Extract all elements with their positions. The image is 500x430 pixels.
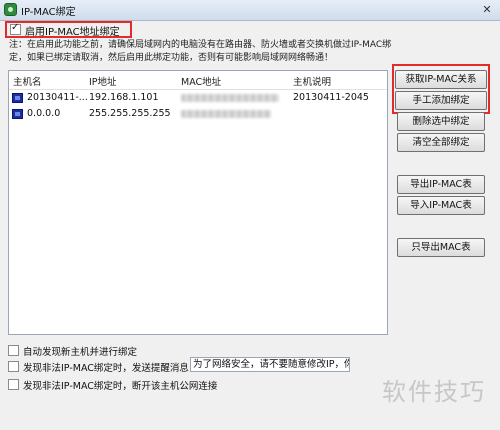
computer-icon [12, 93, 23, 103]
buttons-highlight-box [392, 64, 490, 114]
app-icon [4, 3, 17, 16]
ip-mac-binding-window: IP-MAC绑定 ✕ 启用IP-MAC地址绑定 注：在启用此功能之前，请确保局域… [0, 0, 500, 430]
send-message-label[interactable]: 发现非法IP-MAC绑定时，发送提醒消息 [23, 360, 189, 374]
disconnect-label[interactable]: 发现非法IP-MAC绑定时，断开该主机公网连接 [23, 378, 217, 392]
column-header-desc[interactable]: 主机说明 [293, 74, 331, 88]
export-table-button[interactable]: 导出IP-MAC表 [397, 175, 485, 194]
enable-binding-label[interactable]: 启用IP-MAC地址绑定 [25, 23, 120, 38]
binding-list[interactable]: 主机名 IP地址 MAC地址 主机说明 20130411-... 192.168… [8, 70, 388, 335]
send-message-option[interactable]: 发现非法IP-MAC绑定时，发送提醒消息 [8, 360, 189, 374]
delete-selected-button[interactable]: 删除选中绑定 [397, 112, 485, 131]
notice-line-1: 注：在启用此功能之前，请确保局域网内的电脑没有在路由器、防火墙或者交换机做过IP… [9, 40, 392, 50]
disconnect-checkbox[interactable] [8, 379, 19, 390]
table-row[interactable]: 20130411-... 192.168.1.101 20130411-2045 [9, 91, 387, 106]
table-row[interactable]: 0.0.0.0 255.255.255.255 [9, 107, 387, 122]
close-button[interactable]: ✕ [478, 2, 496, 17]
import-table-button[interactable]: 导入IP-MAC表 [397, 196, 485, 215]
auto-discover-label[interactable]: 自动发现新主机并进行绑定 [23, 344, 137, 358]
row-desc: 20130411-2045 [293, 92, 369, 103]
row-ip: 255.255.255.255 [89, 108, 171, 119]
row-mac-blurred [181, 110, 271, 118]
row-hostname: 0.0.0.0 [27, 108, 61, 119]
watermark: 软件技巧 [382, 378, 486, 406]
column-header-hostname[interactable]: 主机名 [13, 74, 42, 88]
window-title: IP-MAC绑定 [21, 7, 76, 18]
send-message-checkbox[interactable] [8, 361, 19, 372]
computer-icon [12, 109, 23, 119]
title-bar: IP-MAC绑定 ✕ [0, 0, 500, 21]
list-header: 主机名 IP地址 MAC地址 主机说明 [9, 71, 387, 90]
auto-discover-checkbox[interactable] [8, 345, 19, 356]
enable-binding-highlight: 启用IP-MAC地址绑定 [5, 21, 132, 38]
enable-binding-checkbox[interactable] [10, 22, 21, 35]
clear-all-button[interactable]: 清空全部绑定 [397, 133, 485, 152]
auto-discover-option[interactable]: 自动发现新主机并进行绑定 [8, 344, 268, 358]
row-ip: 192.168.1.101 [89, 92, 159, 103]
message-input[interactable]: 为了网络安全，请不要随意修改IP，你的 [190, 357, 350, 372]
column-header-ip[interactable]: IP地址 [89, 74, 117, 88]
row-mac-blurred [181, 94, 279, 102]
row-hostname: 20130411-... [27, 92, 88, 103]
disconnect-option[interactable]: 发现非法IP-MAC绑定时，断开该主机公网连接 [8, 378, 268, 392]
export-mac-only-button[interactable]: 只导出MAC表 [397, 238, 485, 257]
column-header-mac[interactable]: MAC地址 [181, 74, 221, 88]
notice-line-2: 定，如果已绑定请取消，然后启用此绑定功能，否则有可能影响局域网网络畅通！ [9, 53, 334, 63]
